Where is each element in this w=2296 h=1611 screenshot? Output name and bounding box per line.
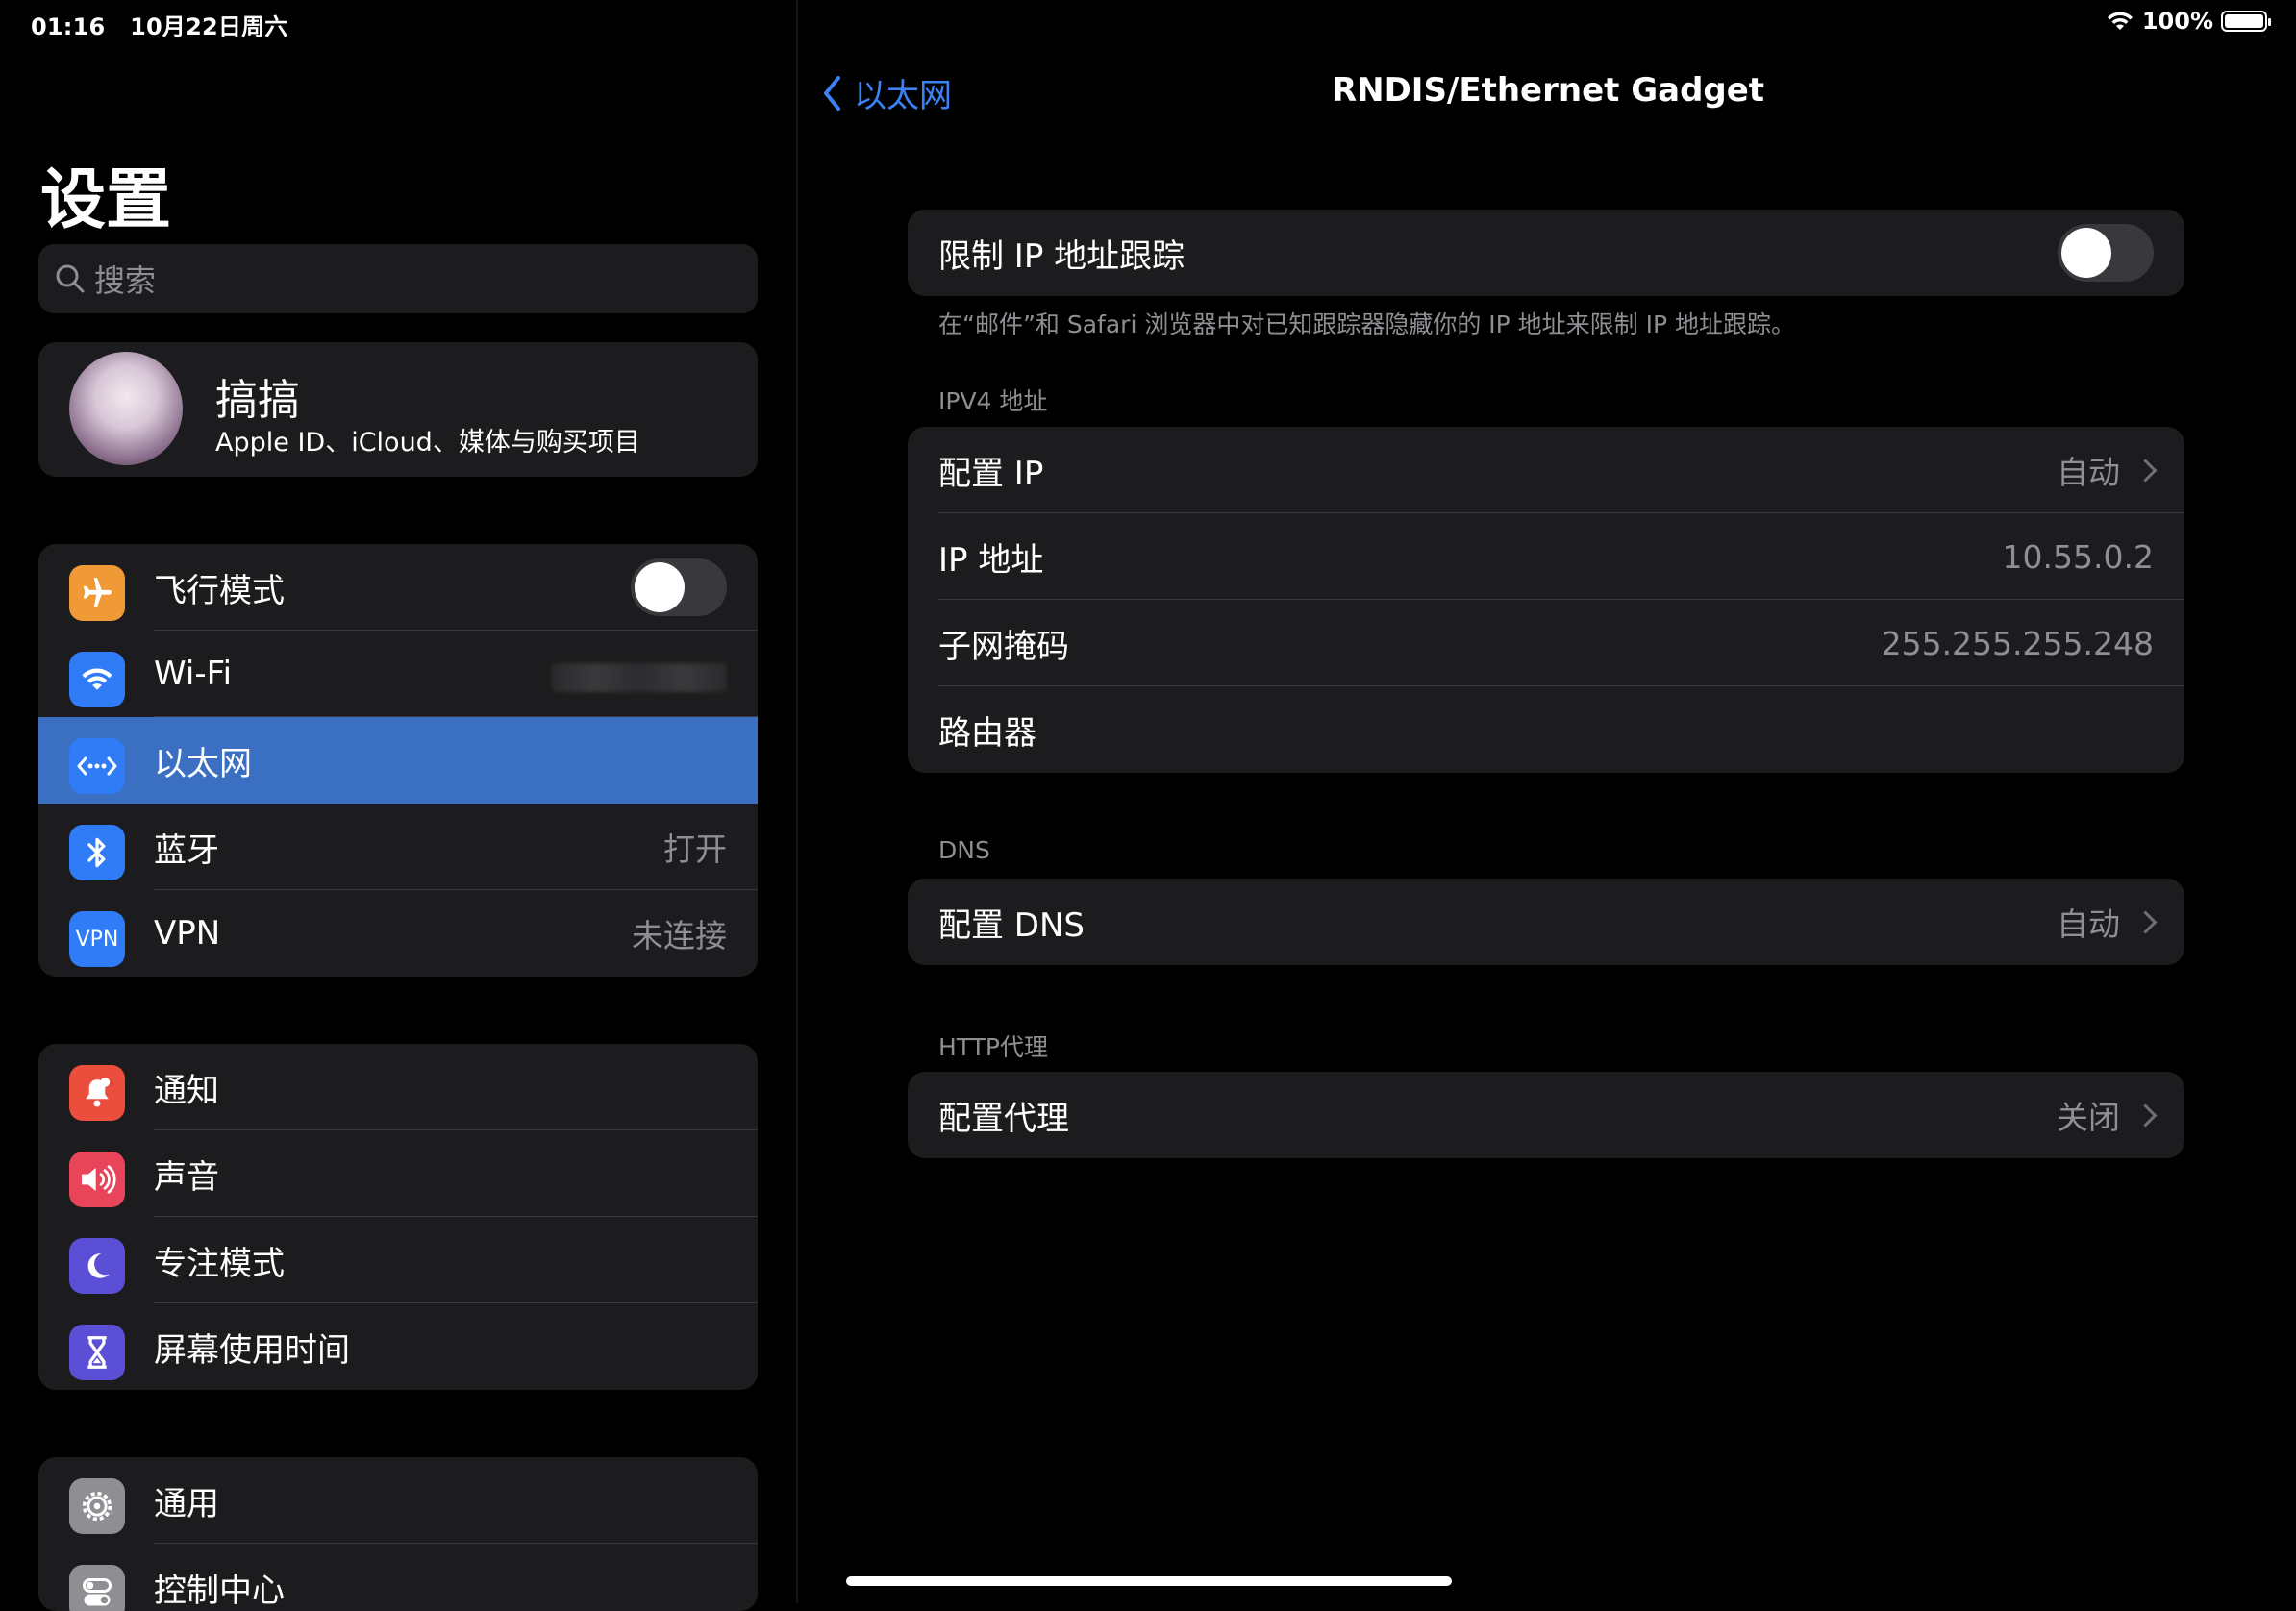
sidebar-item-notifications[interactable]: 通知 [38, 1044, 758, 1130]
vpn-status: 未连接 [632, 917, 727, 954]
airplane-icon [69, 565, 125, 621]
configure-dns-label: 配置 DNS [938, 905, 1086, 945]
moon-icon [69, 1238, 125, 1294]
configure-proxy-label: 配置代理 [938, 1099, 1069, 1138]
chevron-right-icon [2134, 458, 2158, 483]
router-row: 路由器 [908, 686, 2184, 773]
sidebar-item-sounds[interactable]: 声音 [38, 1130, 758, 1217]
limit-ip-tracking-footer: 在“邮件”和 Safari 浏览器中对已知跟踪器隐藏你的 IP 地址来限制 IP… [938, 310, 1796, 338]
dns-section-header: DNS [938, 836, 990, 864]
subnet-mask-label: 子网掩码 [938, 627, 1069, 666]
ip-address-label: IP 地址 [938, 540, 1044, 580]
speaker-icon [69, 1152, 125, 1207]
configure-ip-value: 自动 [2057, 447, 2158, 493]
configure-dns-value: 自动 [2057, 899, 2158, 945]
sidebar-item-label: 通知 [154, 1071, 219, 1110]
hourglass-icon [69, 1325, 125, 1380]
ipv4-card: 配置 IP 自动 IP 地址 10.55.0.2 子网掩码 255.255.25… [908, 427, 2184, 773]
profile-name: 搞搞 [215, 376, 300, 425]
limit-ip-tracking-row[interactable]: 限制 IP 地址跟踪 [908, 210, 2184, 296]
vpn-icon: VPN [69, 911, 125, 967]
general-group: 通用 控制中心 [38, 1457, 758, 1611]
chevron-right-icon [2134, 909, 2158, 934]
status-right: 100% [2106, 8, 2271, 35]
sidebar-item-label: 专注模式 [154, 1244, 285, 1283]
sidebar-item-wifi[interactable]: Wi-Fi [38, 631, 758, 717]
dns-card: 配置 DNS 自动 [908, 879, 2184, 965]
http-proxy-section-header: HTTP代理 [938, 1033, 1048, 1061]
router-label: 路由器 [938, 713, 1036, 753]
http-proxy-card: 配置代理 关闭 [908, 1072, 2184, 1158]
battery-icon [2221, 11, 2271, 32]
home-indicator[interactable] [846, 1576, 1452, 1586]
back-label: 以太网 [854, 77, 952, 115]
configure-proxy-value: 关闭 [2057, 1092, 2158, 1138]
sidebar-item-ethernet[interactable]: 以太网 [38, 717, 758, 804]
search-placeholder: 搜索 [94, 262, 157, 299]
sidebar-item-label: Wi-Fi [154, 655, 233, 693]
configure-ip-label: 配置 IP [938, 454, 1044, 493]
sidebar-item-general[interactable]: 通用 [38, 1457, 758, 1544]
ipv4-section-header: IPV4 地址 [938, 387, 1048, 415]
wifi-network-redacted [552, 663, 727, 692]
limit-ip-tracking-card: 限制 IP 地址跟踪 [908, 210, 2184, 296]
gear-icon [69, 1478, 125, 1534]
sidebar-item-screen-time[interactable]: 屏幕使用时间 [38, 1303, 758, 1390]
airplane-mode-toggle[interactable] [631, 558, 727, 616]
status-time-date: 01:16 10月22日周六 [31, 8, 287, 41]
ip-address-row: IP 地址 10.55.0.2 [908, 513, 2184, 600]
split-divider [796, 0, 798, 1603]
configure-dns-row[interactable]: 配置 DNS 自动 [908, 879, 2184, 965]
profile-subtitle: Apple ID、iCloud、媒体与购买项目 [215, 428, 640, 458]
bluetooth-icon [69, 825, 125, 880]
sidebar-item-label: 控制中心 [154, 1571, 285, 1610]
avatar [69, 352, 183, 465]
configure-ip-row[interactable]: 配置 IP 自动 [908, 427, 2184, 513]
sidebar-item-label: 通用 [154, 1484, 219, 1524]
subnet-mask-row: 子网掩码 255.255.255.248 [908, 600, 2184, 686]
subnet-mask-value: 255.255.255.248 [1881, 624, 2154, 662]
ethernet-icon [69, 738, 125, 794]
limit-ip-tracking-toggle[interactable] [2058, 224, 2154, 282]
sidebar-item-label: 蓝牙 [154, 830, 219, 870]
bluetooth-status: 打开 [663, 830, 727, 868]
sidebar-item-label: 飞行模式 [154, 571, 285, 610]
sidebar-item-focus[interactable]: 专注模式 [38, 1217, 758, 1303]
sidebar-item-label: 屏幕使用时间 [154, 1330, 350, 1370]
connectivity-group: 飞行模式 Wi-Fi 以太网 蓝牙 打开 VPN VPN 未连接 [38, 544, 758, 977]
wifi-status-icon [2107, 12, 2133, 30]
page-title: 设置 [40, 162, 172, 238]
configure-proxy-row[interactable]: 配置代理 关闭 [908, 1072, 2184, 1158]
status-date: 10月22日周六 [130, 13, 288, 40]
back-button[interactable]: 以太网 [821, 69, 952, 116]
switches-icon [69, 1565, 125, 1611]
search-icon [56, 264, 85, 293]
detail-title: RNDIS/Ethernet Gadget [1331, 71, 1765, 110]
sidebar-item-vpn[interactable]: VPN VPN 未连接 [38, 890, 758, 977]
status-time: 01:16 [31, 13, 106, 40]
sidebar-item-bluetooth[interactable]: 蓝牙 打开 [38, 804, 758, 890]
search-input[interactable]: 搜索 [38, 244, 758, 313]
battery-percent: 100% [2141, 8, 2213, 35]
sidebar-item-label: 声音 [154, 1157, 219, 1197]
sidebar-item-label: 以太网 [154, 744, 252, 783]
sidebar-item-label: VPN [154, 914, 221, 953]
notifications-group: 通知 声音 专注模式 屏幕使用时间 [38, 1044, 758, 1390]
wifi-icon [69, 652, 125, 707]
bell-icon [69, 1065, 125, 1121]
ip-address-value: 10.55.0.2 [2002, 537, 2154, 576]
chevron-left-icon [824, 75, 840, 111]
profile-card[interactable]: 搞搞 Apple ID、iCloud、媒体与购买项目 [38, 342, 758, 477]
sidebar-item-airplane-mode[interactable]: 飞行模式 [38, 544, 758, 631]
limit-ip-tracking-label: 限制 IP 地址跟踪 [938, 236, 1185, 276]
sidebar-item-control-center[interactable]: 控制中心 [38, 1544, 758, 1611]
chevron-right-icon [2134, 1103, 2158, 1128]
